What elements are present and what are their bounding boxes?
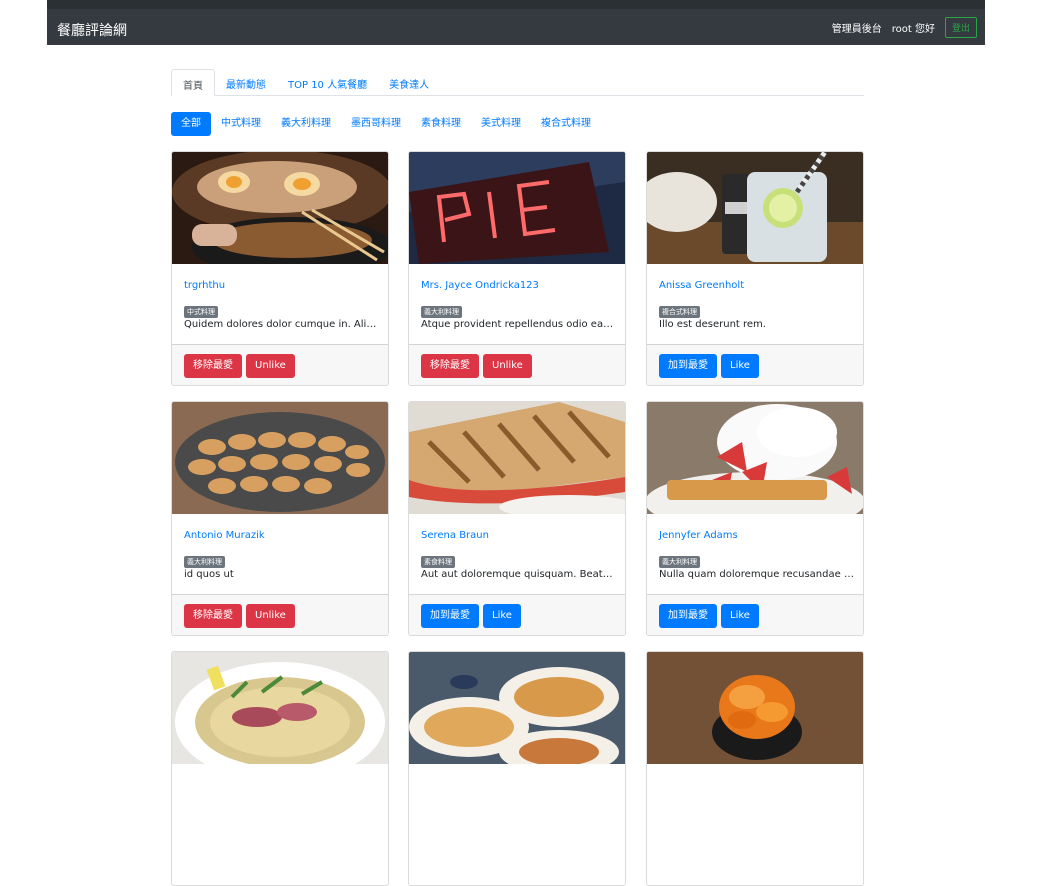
restaurant-description: Nulla quam doloremque recusandae labo… <box>659 569 854 580</box>
card-footer: 移除最愛 Unlike <box>172 594 388 635</box>
restaurant-card <box>646 651 864 886</box>
main-tabs: 首頁 最新動態 TOP 10 人氣餐廳 美食達人 <box>171 69 864 96</box>
like-button[interactable]: Like <box>721 354 759 378</box>
user-greeting: root 您好 <box>891 24 935 35</box>
logout-button[interactable]: 登出 <box>944 17 977 38</box>
category-mexican[interactable]: 墨西哥料理 <box>341 112 411 136</box>
restaurant-name-link[interactable]: Serena Braun <box>421 530 489 541</box>
card-footer: 加到最愛 Like <box>647 344 863 385</box>
category-badge: 複合式料理 <box>659 306 700 318</box>
category-all[interactable]: 全部 <box>171 112 211 136</box>
card-footer: 加到最愛 Like <box>647 594 863 635</box>
restaurant-image[interactable] <box>409 152 625 264</box>
like-button[interactable]: Like <box>721 604 759 628</box>
tab-feeds[interactable]: 最新動態 <box>215 69 277 95</box>
add-favorite-button[interactable]: 加到最愛 <box>421 604 479 628</box>
restaurant-image[interactable] <box>647 652 863 764</box>
remove-favorite-button[interactable]: 移除最愛 <box>184 354 242 378</box>
tab-home[interactable]: 首頁 <box>171 69 215 96</box>
restaurant-card <box>171 651 389 886</box>
restaurant-image[interactable] <box>409 402 625 514</box>
card-footer: 移除最愛 Unlike <box>172 344 388 385</box>
restaurant-description: Quidem dolores dolor cumque in. Aliquid… <box>184 319 379 330</box>
category-italian[interactable]: 義大利料理 <box>271 112 341 136</box>
category-pills: 全部 中式料理 義大利料理 墨西哥料理 素食料理 美式料理 複合式料理 <box>171 112 601 136</box>
category-badge: 義大利料理 <box>421 306 462 318</box>
category-chinese[interactable]: 中式料理 <box>211 112 271 136</box>
card-footer: 加到最愛 Like <box>409 594 625 635</box>
category-badge: 義大利料理 <box>659 556 700 568</box>
add-favorite-button[interactable]: 加到最愛 <box>659 354 717 378</box>
restaurant-card: Antonio Murazik 義大利料理 id quos ut 移除最愛 Un… <box>171 401 389 636</box>
remove-favorite-button[interactable]: 移除最愛 <box>421 354 479 378</box>
category-vegetarian[interactable]: 素食料理 <box>411 112 471 136</box>
brand-logo[interactable]: 餐廳評論網 <box>57 20 127 40</box>
restaurant-image[interactable] <box>647 152 863 264</box>
category-american[interactable]: 美式料理 <box>471 112 531 136</box>
category-badge: 義大利料理 <box>184 556 225 568</box>
category-badge: 中式料理 <box>184 306 218 318</box>
restaurant-name-link[interactable]: Anissa Greenholt <box>659 280 744 291</box>
like-button[interactable]: Like <box>483 604 521 628</box>
category-fusion[interactable]: 複合式料理 <box>531 112 601 136</box>
restaurant-description: id quos ut <box>184 569 234 580</box>
restaurant-card: Serena Braun 素食料理 Aut aut doloremque qui… <box>408 401 626 636</box>
top-navbar: 餐廳評論網 管理員後台 root 您好 登出 <box>47 0 985 45</box>
restaurant-description: Aut aut doloremque quisquam. Beatae au… <box>421 569 616 580</box>
navbar-top-strip <box>47 0 985 9</box>
restaurant-image[interactable] <box>409 652 625 764</box>
restaurant-card <box>408 651 626 886</box>
add-favorite-button[interactable]: 加到最愛 <box>659 604 717 628</box>
restaurant-image[interactable] <box>172 402 388 514</box>
restaurant-image[interactable] <box>172 652 388 764</box>
tab-top10[interactable]: TOP 10 人氣餐廳 <box>277 69 378 95</box>
restaurant-card: trgrhthu 中式料理 Quidem dolores dolor cumqu… <box>171 151 389 386</box>
navbar-right: 管理員後台 root 您好 登出 <box>832 17 977 38</box>
tab-top-users[interactable]: 美食達人 <box>378 69 440 95</box>
category-badge: 素食料理 <box>421 556 455 568</box>
restaurant-card: Anissa Greenholt 複合式料理 Illo est deserunt… <box>646 151 864 386</box>
restaurant-image[interactable] <box>172 152 388 264</box>
restaurant-card: Jennyfer Adams 義大利料理 Nulla quam doloremq… <box>646 401 864 636</box>
restaurant-description: Atque provident repellendus odio earum. <box>421 319 616 330</box>
unlike-button[interactable]: Unlike <box>246 604 295 628</box>
unlike-button[interactable]: Unlike <box>246 354 295 378</box>
unlike-button[interactable]: Unlike <box>483 354 532 378</box>
restaurant-description: Illo est deserunt rem. <box>659 319 766 330</box>
restaurant-image[interactable] <box>647 402 863 514</box>
remove-favorite-button[interactable]: 移除最愛 <box>184 604 242 628</box>
restaurant-name-link[interactable]: Jennyfer Adams <box>659 530 738 541</box>
card-footer: 移除最愛 Unlike <box>409 344 625 385</box>
admin-link[interactable]: 管理員後台 <box>832 20 882 35</box>
restaurant-name-link[interactable]: Antonio Murazik <box>184 530 265 541</box>
restaurant-name-link[interactable]: Mrs. Jayce Ondricka123 <box>421 280 539 291</box>
restaurant-card: Mrs. Jayce Ondricka123 義大利料理 Atque provi… <box>408 151 626 386</box>
restaurant-name-link[interactable]: trgrhthu <box>184 280 225 291</box>
